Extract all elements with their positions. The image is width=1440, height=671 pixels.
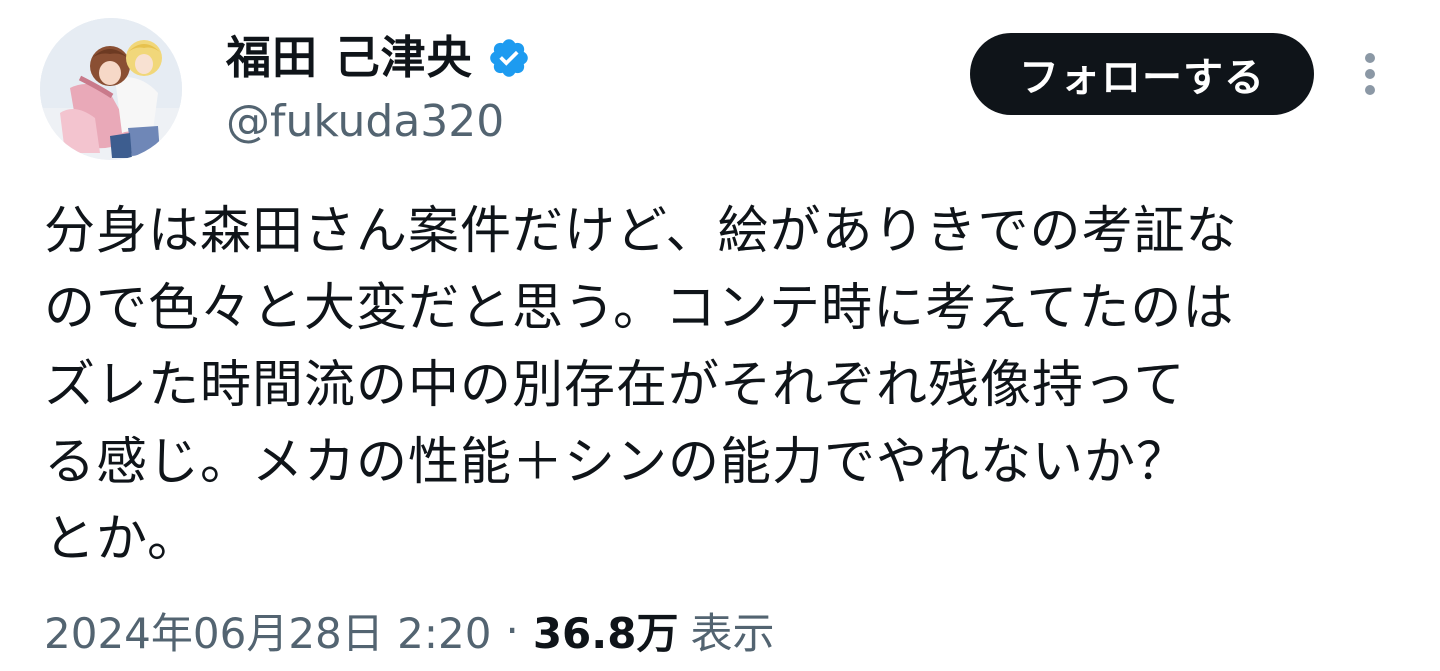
- author-info[interactable]: 福田 己津央 @fukuda320: [226, 26, 531, 152]
- tweet-meta: 2024年06月28日 2:20 · 36.8万 表示: [44, 598, 774, 662]
- author-avatar[interactable]: [40, 18, 182, 160]
- tweet-text-line: る感じ。メカの性能＋シンの能力でやれないか？: [44, 433, 1189, 492]
- tweet: 福田 己津央 @fukuda320 フォローする 分身は森田さん案件だけど、絵が…: [0, 0, 1440, 671]
- tweet-text-line: ズレた時間流の中の別存在がそれぞれ残像持って: [44, 356, 1186, 415]
- author-name-row: 福田 己津央: [226, 26, 531, 90]
- more-vertical-icon[interactable]: [1348, 48, 1392, 100]
- tweet-timestamp[interactable]: 2024年06月28日 2:20: [44, 600, 491, 661]
- tweet-text-line: ので色々と大変だと思う。コンテ時に考えてたのは: [44, 279, 1235, 338]
- view-label: 表示: [690, 608, 775, 658]
- follow-button[interactable]: フォローする: [970, 33, 1314, 115]
- view-count: 36.8万: [532, 608, 679, 658]
- author-display-name[interactable]: 福田 己津央: [226, 26, 473, 90]
- avatar-illustration-icon: [40, 18, 182, 160]
- tweet-text: 分身は森田さん案件だけど、絵がありきでの考証な ので色々と大変だと思う。コンテ時…: [44, 193, 1374, 578]
- meta-separator: ·: [505, 605, 519, 655]
- verified-badge-icon[interactable]: [487, 36, 531, 80]
- author-handle[interactable]: @fukuda320: [226, 92, 531, 152]
- tweet-text-line: とか。: [44, 510, 199, 569]
- tweet-text-line: 分身は森田さん案件だけど、絵がありきでの考証な: [44, 202, 1238, 261]
